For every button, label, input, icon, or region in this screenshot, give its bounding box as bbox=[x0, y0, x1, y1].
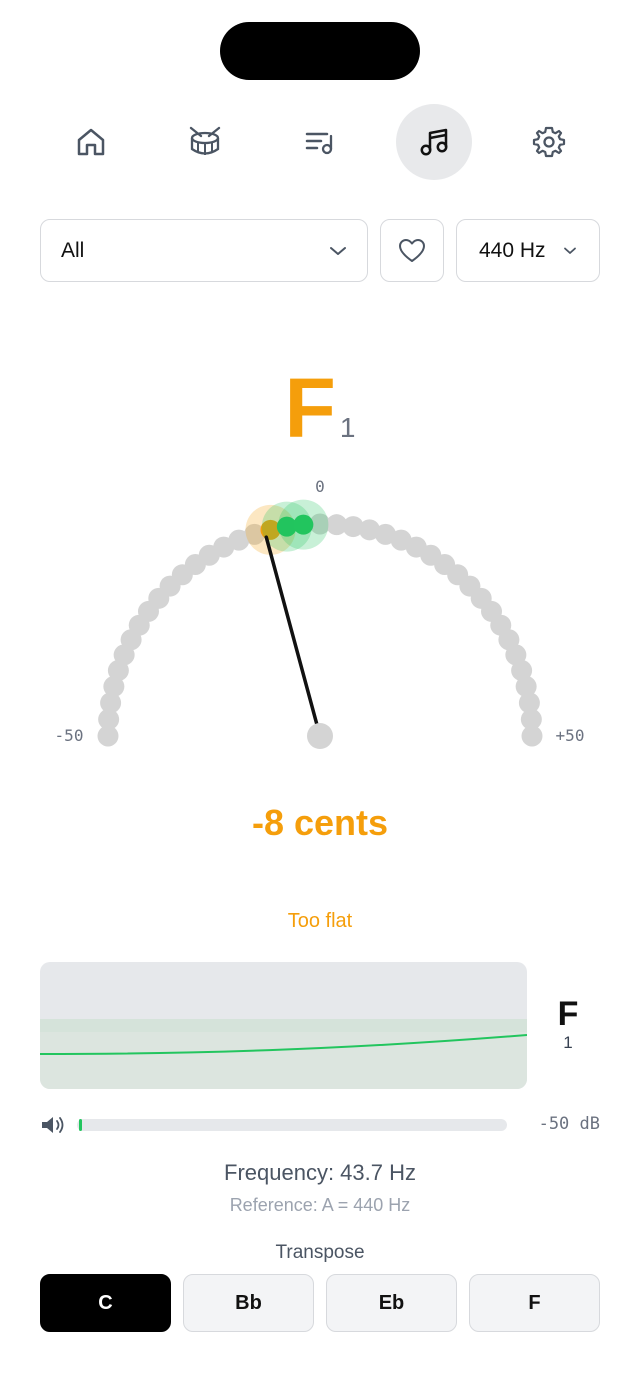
reference-pitch-select[interactable]: 440 Hz bbox=[456, 219, 600, 282]
heart-icon bbox=[399, 238, 425, 262]
gauge-max-label: +50 bbox=[556, 726, 585, 745]
reference-pitch-value: 440 Hz bbox=[479, 238, 546, 262]
input-level-db: -50 dB bbox=[538, 1114, 600, 1134]
nav-home-button[interactable] bbox=[53, 104, 129, 180]
chevron-down-icon bbox=[330, 246, 346, 255]
playlist-icon bbox=[305, 132, 333, 155]
band-top-edge bbox=[40, 1019, 527, 1032]
gauge-pivot bbox=[307, 723, 333, 749]
history-note-octave: 1 bbox=[563, 1033, 573, 1052]
favorite-button[interactable] bbox=[380, 219, 444, 282]
chevron-down-icon bbox=[564, 247, 576, 254]
transpose-option-eb[interactable]: Eb bbox=[326, 1274, 457, 1332]
note-octave: 1 bbox=[339, 412, 356, 443]
gauge-center-label: 0 bbox=[315, 477, 325, 496]
instrument-select-value: All bbox=[61, 238, 85, 262]
input-level-fill bbox=[79, 1119, 82, 1131]
instrument-select[interactable]: All bbox=[40, 219, 368, 282]
tuning-gauge: 0 -50 +50 bbox=[55, 477, 585, 749]
nav-tuner-button[interactable] bbox=[396, 104, 472, 180]
tuning-status: Too flat bbox=[287, 910, 353, 932]
music-note-icon bbox=[420, 128, 448, 156]
cents-readout: -8 cents bbox=[251, 802, 389, 843]
detected-note: F1 bbox=[0, 360, 640, 457]
note-letter: F bbox=[284, 361, 336, 455]
gauge-dot bbox=[521, 725, 543, 747]
home-icon bbox=[77, 128, 105, 156]
top-nav bbox=[0, 104, 640, 182]
gear-icon bbox=[532, 126, 566, 158]
gauge-min-label: -50 bbox=[55, 726, 84, 745]
transpose-label: Transpose bbox=[275, 1242, 365, 1263]
dynamic-island bbox=[220, 22, 420, 80]
history-note-letter: F bbox=[557, 995, 579, 1033]
input-level-track bbox=[77, 1119, 507, 1131]
transpose-option-f[interactable]: F bbox=[469, 1274, 600, 1332]
nav-metronome-button[interactable] bbox=[167, 104, 243, 180]
history-note: F 1 bbox=[540, 996, 596, 1054]
transpose-option-bb[interactable]: Bb bbox=[183, 1274, 314, 1332]
nav-playlist-button[interactable] bbox=[282, 104, 358, 180]
gauge-needle bbox=[264, 535, 322, 738]
transpose-option-c[interactable]: C bbox=[40, 1274, 171, 1332]
reference-readout: Reference: A = 440 Hz bbox=[229, 1195, 411, 1215]
speaker-icon bbox=[42, 1117, 64, 1133]
nav-settings-button[interactable] bbox=[511, 104, 587, 180]
gauge-dot bbox=[293, 514, 314, 535]
drum-icon bbox=[189, 126, 221, 155]
pitch-history-graph bbox=[40, 962, 527, 1089]
frequency-readout: Frequency: 43.7 Hz bbox=[224, 1160, 416, 1185]
